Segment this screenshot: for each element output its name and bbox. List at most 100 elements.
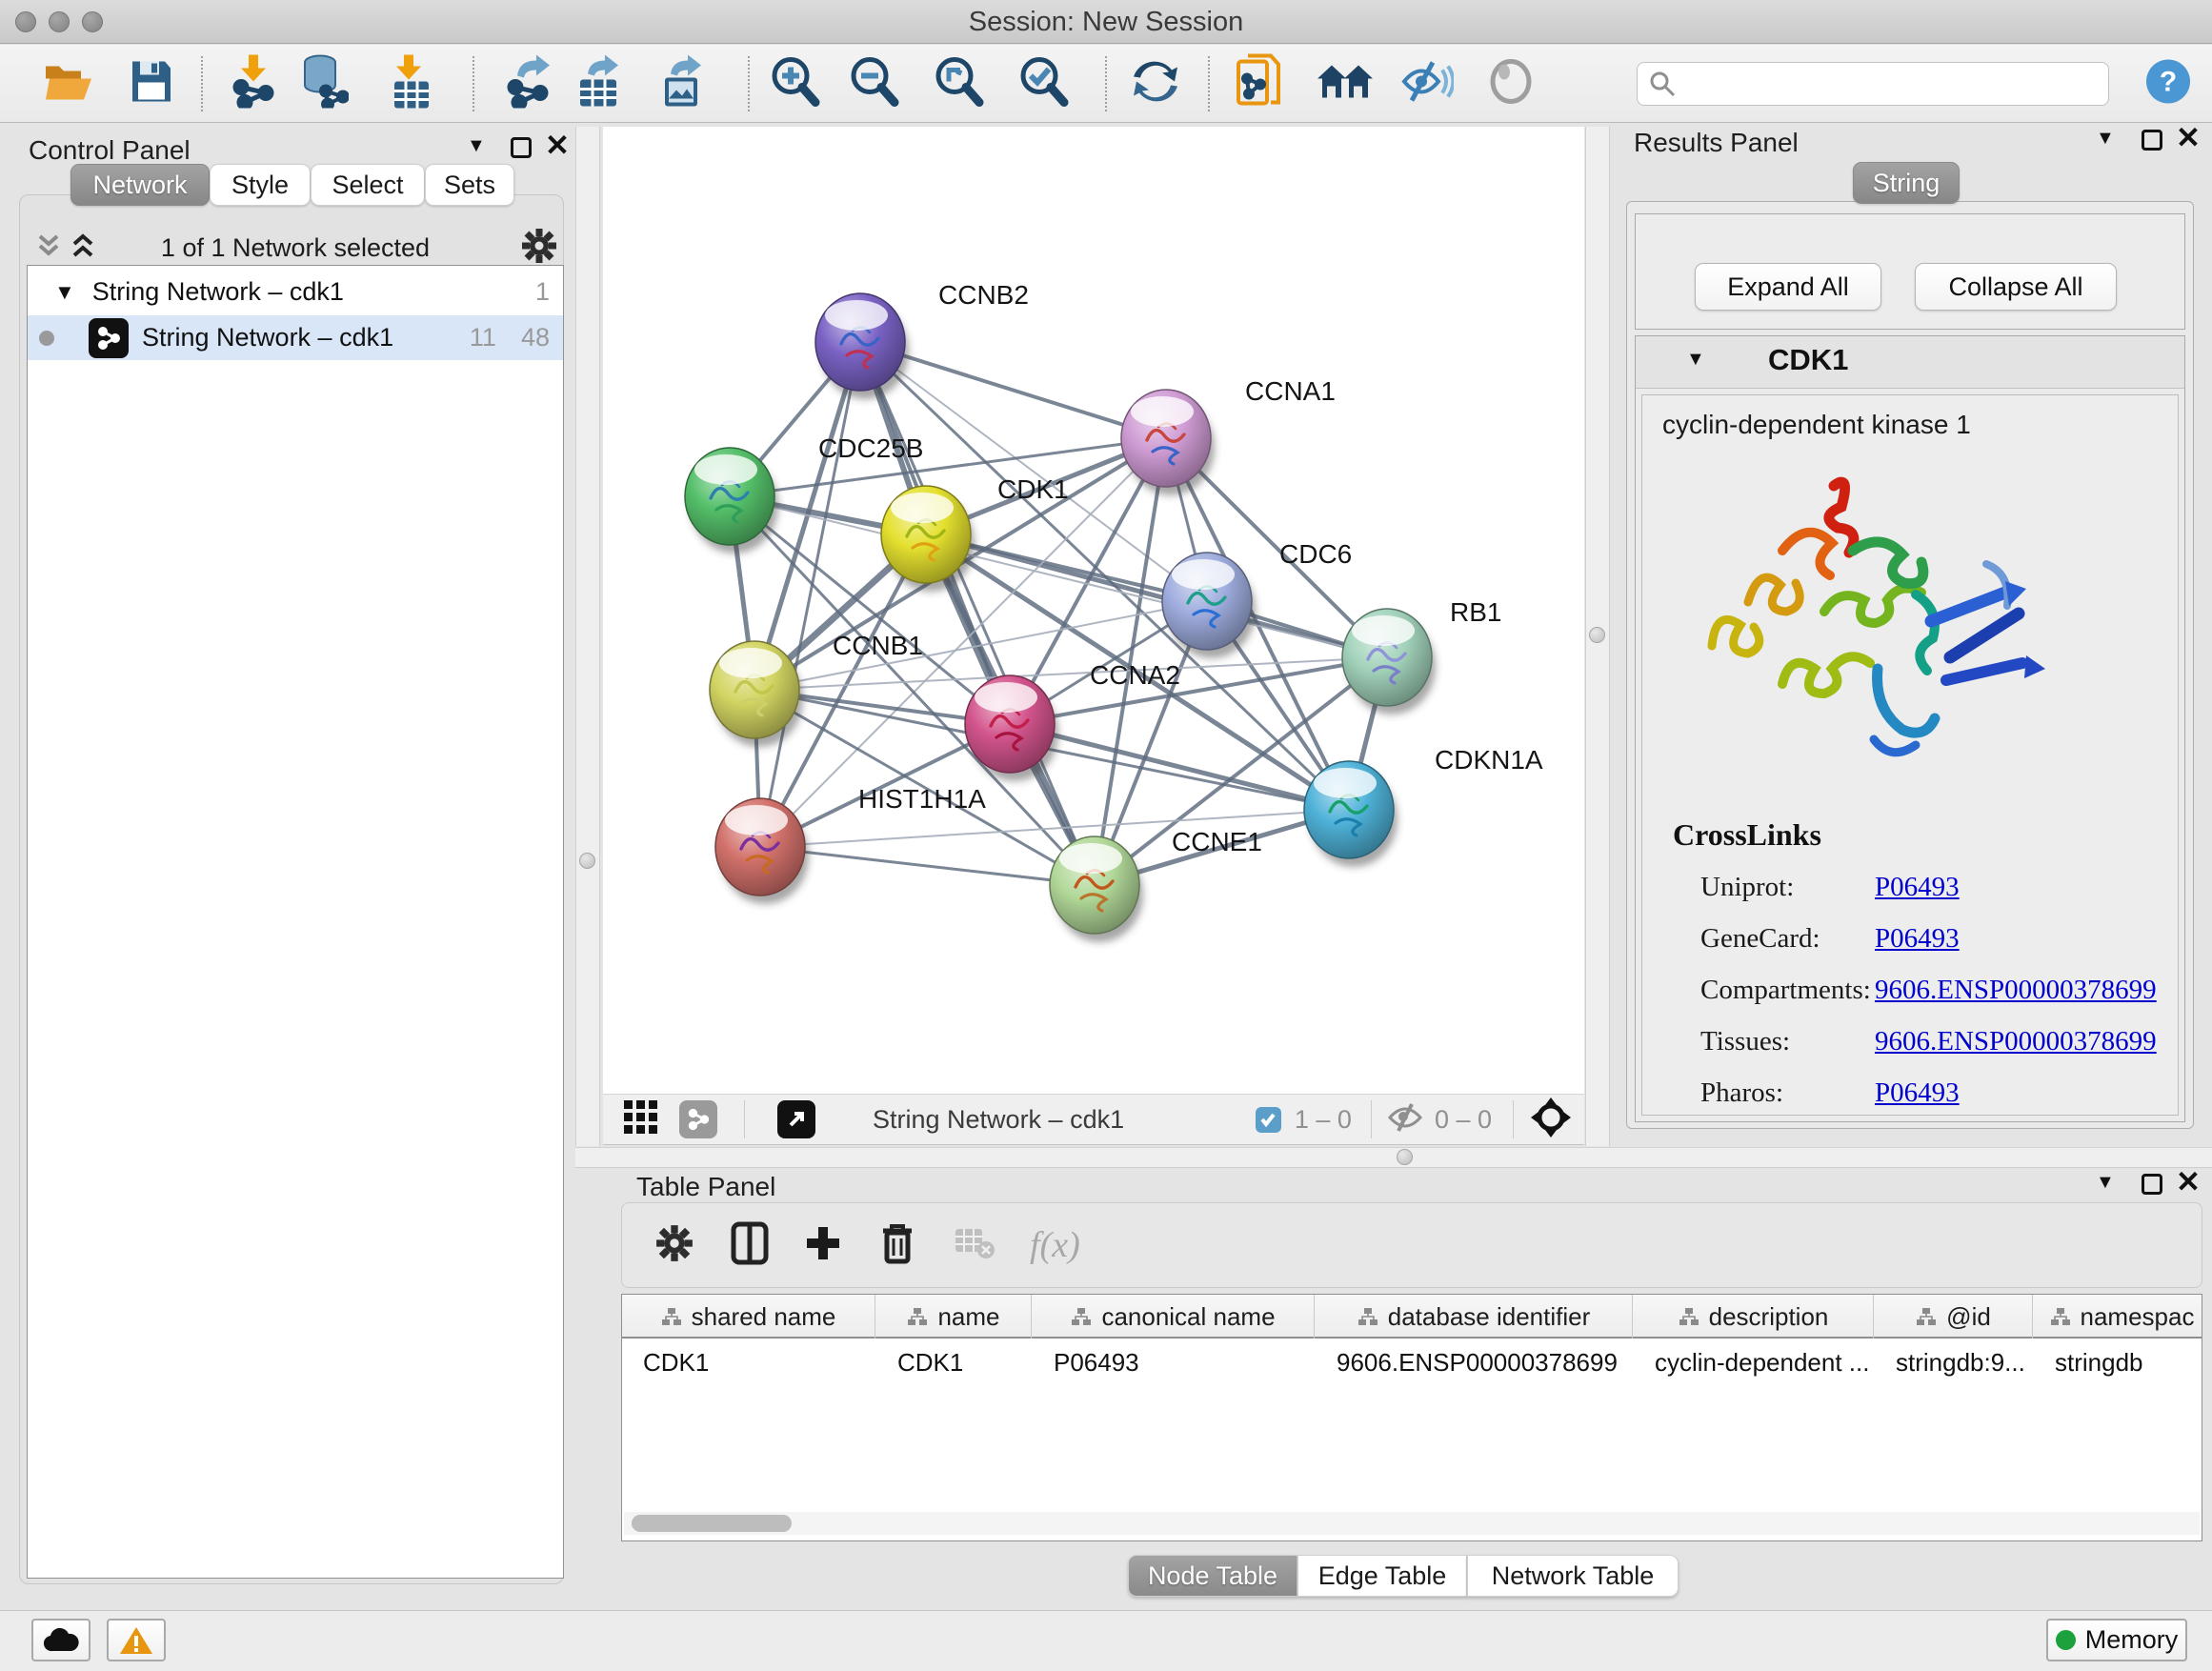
tab-network[interactable]: Network	[70, 164, 210, 206]
show-eye-icon[interactable]	[1487, 58, 1535, 109]
network-node-ccna2[interactable]	[965, 675, 1058, 781]
gene-collapse-icon[interactable]: ▼	[1686, 349, 1705, 371]
control-panel-close-icon[interactable]: ✕	[545, 135, 570, 156]
search-input[interactable]	[1676, 70, 2085, 99]
column-header-name[interactable]: name	[876, 1295, 1032, 1339]
network-collection-row[interactable]: ▼ String Network – cdk1 1	[28, 270, 563, 314]
crosslink-value-link[interactable]: 9606.ENSP00000378699	[1875, 975, 2157, 1006]
string-network-graph[interactable]: CCNB2CCNA1CDC25BCDK1CDC6RB1CCNB1CCNA2CDK…	[603, 127, 1584, 1094]
table-settings-gear-icon[interactable]	[654, 1223, 694, 1268]
table-panel-float-icon[interactable]	[2142, 1174, 2162, 1195]
column-header-namespac[interactable]: namespac	[2034, 1295, 2202, 1339]
network-node-ccna1[interactable]	[1121, 390, 1215, 495]
column-header--id[interactable]: @id	[1875, 1295, 2033, 1339]
bottom-splitter-handle[interactable]	[1397, 1149, 1413, 1165]
function-builder-icon[interactable]: f(x)	[1030, 1224, 1080, 1266]
network-node-cdc6[interactable]	[1162, 553, 1256, 658]
delete-table-icon[interactable]	[954, 1227, 995, 1264]
tab-select[interactable]: Select	[311, 164, 425, 206]
tab-edge-table[interactable]: Edge Table	[1297, 1555, 1467, 1597]
network-view-badge-icon[interactable]	[679, 1100, 717, 1138]
network-node-hist1h1a[interactable]	[715, 798, 809, 904]
home-pages-icon[interactable]	[1316, 59, 1375, 108]
table-panel-close-icon[interactable]: ✕	[2176, 1172, 2201, 1193]
zoom-fit-icon[interactable]	[934, 54, 985, 112]
export-table-icon[interactable]	[576, 54, 624, 112]
collapse-all-button[interactable]: Collapse All	[1915, 263, 2117, 311]
share-session-icon[interactable]	[1235, 53, 1284, 113]
table-cell[interactable]: 9606.ENSP00000378699	[1316, 1340, 1633, 1384]
delete-column-icon[interactable]	[879, 1221, 915, 1270]
results-panel-float-icon[interactable]	[2142, 130, 2162, 151]
tab-network-table[interactable]: Network Table	[1467, 1555, 1679, 1597]
left-splitter[interactable]	[575, 127, 600, 1146]
table-hscrollbar[interactable]	[624, 1512, 2200, 1535]
crosslink-value-link[interactable]: P06493	[1875, 1077, 1960, 1109]
control-panel-float-icon[interactable]	[511, 137, 532, 158]
tab-string[interactable]: String	[1853, 162, 1960, 204]
network-edge[interactable]	[730, 438, 1166, 496]
memory-button[interactable]: Memory	[2046, 1619, 2187, 1661]
expand-all-button[interactable]: Expand All	[1695, 263, 1881, 311]
cloud-status-button[interactable]	[31, 1619, 90, 1661]
tab-node-table[interactable]: Node Table	[1128, 1555, 1297, 1597]
network-canvas[interactable]: CCNB2CCNA1CDC25BCDK1CDC6RB1CCNB1CCNA2CDK…	[603, 127, 1584, 1094]
crosslink-value-link[interactable]: P06493	[1875, 923, 1960, 955]
table-cell[interactable]: cyclin-dependent ...	[1634, 1340, 1874, 1384]
network-node-rb1[interactable]	[1342, 609, 1436, 715]
table-cell[interactable]: stringdb	[2034, 1340, 2202, 1384]
save-session-icon[interactable]	[131, 59, 172, 108]
network-edge[interactable]	[760, 342, 860, 847]
zoom-out-icon[interactable]	[849, 54, 900, 112]
table-cell[interactable]: stringdb:9...	[1875, 1340, 2033, 1384]
gene-section-header[interactable]	[1636, 336, 2184, 389]
results-panel-menu-icon[interactable]: ▼	[2096, 128, 2115, 150]
network-node-cdk1[interactable]	[881, 486, 975, 592]
show-columns-icon[interactable]	[731, 1221, 769, 1270]
help-icon[interactable]: ?	[2145, 58, 2191, 109]
add-column-icon[interactable]	[803, 1223, 843, 1268]
table-cell[interactable]: P06493	[1033, 1340, 1315, 1384]
open-session-icon[interactable]	[44, 60, 93, 107]
zoom-selected-icon[interactable]	[1018, 54, 1070, 112]
network-row[interactable]: String Network – cdk1 11 48	[28, 315, 563, 360]
refresh-layout-icon[interactable]	[1131, 56, 1180, 111]
crosslink-value-link[interactable]: 9606.ENSP00000378699	[1875, 1026, 2157, 1057]
import-table-icon[interactable]	[389, 54, 432, 112]
birds-eye-view-icon[interactable]	[1531, 1097, 1571, 1142]
export-image-icon[interactable]	[659, 54, 707, 112]
network-edge[interactable]	[760, 847, 1095, 885]
selected-nodes-checkbox-icon[interactable]	[1256, 1107, 1281, 1133]
network-node-ccnb2[interactable]	[815, 293, 909, 399]
import-network-file-icon[interactable]	[230, 54, 277, 112]
column-header-canonical-name[interactable]: canonical name	[1033, 1295, 1315, 1339]
column-header-description[interactable]: description	[1634, 1295, 1874, 1339]
network-options-gear-icon[interactable]	[520, 227, 558, 270]
column-header-shared-name[interactable]: shared name	[622, 1295, 875, 1339]
right-splitter-handle[interactable]	[1589, 627, 1605, 643]
hide-eye-icon[interactable]	[1400, 58, 1454, 109]
network-node-cdkn1a[interactable]	[1304, 761, 1398, 867]
table-hscrollbar-thumb[interactable]	[632, 1515, 792, 1532]
control-panel-menu-icon[interactable]: ▼	[467, 135, 486, 157]
hidden-eye-icon[interactable]	[1387, 1102, 1423, 1137]
detach-view-icon[interactable]	[777, 1100, 815, 1138]
results-panel-close-icon[interactable]: ✕	[2176, 128, 2201, 149]
bottom-splitter[interactable]	[575, 1147, 2212, 1168]
network-node-ccne1[interactable]	[1050, 836, 1143, 942]
crosslink-value-link[interactable]: P06493	[1875, 872, 1960, 903]
collection-expand-icon[interactable]: ▼	[54, 280, 75, 305]
tab-style[interactable]: Style	[210, 164, 311, 206]
expand-all-networks-icon[interactable]	[69, 232, 97, 264]
import-network-database-icon[interactable]	[297, 54, 349, 112]
left-splitter-handle[interactable]	[579, 853, 595, 869]
network-node-cdc25b[interactable]	[685, 448, 778, 554]
grid-view-icon[interactable]	[622, 1098, 660, 1141]
export-network-icon[interactable]	[504, 54, 553, 112]
table-cell[interactable]: CDK1	[876, 1340, 1032, 1384]
tab-sets[interactable]: Sets	[425, 164, 514, 206]
warning-status-button[interactable]	[107, 1619, 166, 1661]
column-header-database-identifier[interactable]: database identifier	[1316, 1295, 1633, 1339]
table-panel-menu-icon[interactable]: ▼	[2096, 1172, 2115, 1194]
zoom-in-icon[interactable]	[770, 54, 821, 112]
